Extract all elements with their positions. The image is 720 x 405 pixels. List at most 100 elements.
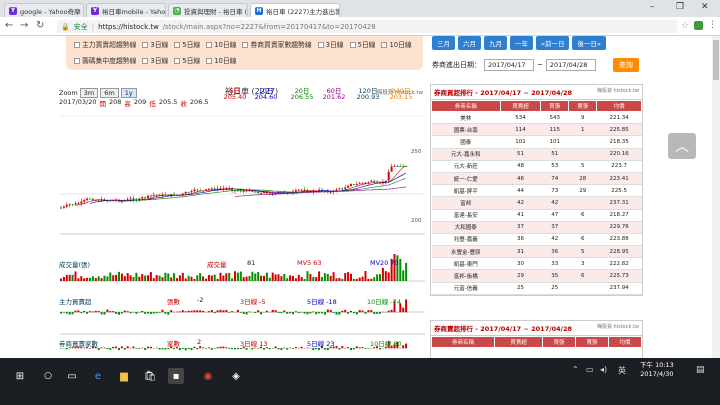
table-row[interactable]: 兆豐-嘉義 36 42 6 223.88	[431, 233, 642, 247]
new-tab-button[interactable]	[342, 3, 360, 17]
avg-price: 225.73	[596, 269, 642, 283]
avg-price: 225.85	[596, 123, 642, 137]
broker-bar	[228, 348, 231, 349]
table-row[interactable]: 永豐金-豐原 31 36 5 228.95	[431, 245, 642, 259]
table-row[interactable]: 富邦 42 42 237.31	[431, 196, 642, 210]
mainforce-bar	[164, 312, 167, 314]
menu-icon[interactable]: ⋮	[708, 20, 717, 30]
tab-investment[interactable]: ◔ 投資與理財 - 裕日車 (郭... ×	[168, 3, 248, 17]
broker-bar	[239, 348, 242, 350]
broker-bar	[205, 348, 207, 349]
broker-bar	[65, 348, 68, 350]
back-icon[interactable]: ←	[5, 20, 13, 31]
range-3m-button[interactable]: 三月	[432, 36, 455, 50]
query-button[interactable]: 查詢	[612, 58, 639, 72]
tab-yahoo-search[interactable]: Y google - Yahoo奇摩 搜尋 ×	[4, 3, 84, 17]
mainforce-bar	[219, 309, 222, 313]
people-icon[interactable]: ⌃	[572, 365, 579, 374]
broker-bar	[106, 348, 109, 349]
window-close-icon[interactable]: ✕	[701, 2, 709, 12]
volume-bar	[387, 272, 390, 281]
filter-mainforce-10d[interactable]: 10日線	[206, 39, 236, 49]
ime-indicator[interactable]: 英	[618, 365, 626, 376]
table-row[interactable]: 統一-仁愛 46 74 28 223.41	[431, 172, 642, 186]
to-date-input[interactable]: 2017/04/28	[545, 59, 596, 71]
table-row[interactable]: 凱基-屏平 44 73 29 225.5	[431, 184, 642, 198]
scrollbar-thumb[interactable]	[713, 40, 719, 80]
filter-broker-10d[interactable]: 10日線	[381, 39, 412, 49]
from-date-input[interactable]: 2017/04/17	[484, 59, 534, 71]
vertical-scrollbar[interactable]	[712, 36, 720, 358]
app-icon[interactable]: ▪	[168, 368, 184, 384]
forward-icon[interactable]: →	[20, 20, 28, 31]
table-row[interactable]: 富達-長安 41 47 6 218.27	[431, 209, 642, 222]
volume-bar	[292, 275, 294, 281]
filter-mainforce[interactable]: 主力買賣超趨勢線	[74, 39, 136, 49]
table-row[interactable]: 大和國泰 37 37 229.76	[431, 221, 642, 234]
candle-body	[341, 188, 344, 190]
filter-concentration-3d[interactable]: 3日線	[142, 55, 168, 65]
sell-value: 3	[568, 257, 597, 271]
volume-bar	[251, 271, 254, 281]
search-icon[interactable]: ○	[40, 368, 56, 384]
notification-icon[interactable]: ▤	[696, 365, 705, 375]
system-clock[interactable]: 下午 10:13 2017/4/30	[640, 361, 674, 379]
filter-mainforce-3d[interactable]: 3日線	[142, 39, 168, 49]
table-row[interactable]: 元大-嘉永和 51 51 220.16	[431, 148, 642, 161]
table-row[interactable]: 美林 534 543 9 221.34	[431, 111, 642, 125]
tab-yahoo-mobile[interactable]: Y 裕日車mobile - Yahoo奇摩 ×	[86, 3, 166, 17]
avg-price: 218.35	[596, 135, 642, 149]
volume-bar	[106, 276, 109, 281]
candle-body	[373, 180, 376, 182]
chrome-icon[interactable]: ◉	[200, 368, 216, 384]
broker-bar	[138, 348, 141, 349]
range-9m-button[interactable]: 九月	[484, 36, 507, 50]
chart-plot[interactable]	[57, 86, 427, 358]
buy-value: 73	[540, 184, 569, 198]
table-row[interactable]: 國泰 101 101 218.35	[431, 135, 642, 149]
prev-day-button[interactable]: «前一日	[536, 36, 570, 50]
url-input[interactable]: 🔒 安全 | https://histock.tw/stock/main.asp…	[57, 20, 677, 33]
task-view-icon[interactable]: ▭	[64, 368, 80, 384]
next-day-button[interactable]: 後一日»	[572, 36, 606, 50]
range-6m-button[interactable]: 六月	[458, 36, 481, 50]
tab-histock[interactable]: H 裕日車 (2227)主力進出籌... ×	[250, 3, 340, 17]
media-icon[interactable]: ◈	[228, 368, 244, 384]
candle-body	[71, 204, 74, 206]
filter-concentration[interactable]: 籌碼集中度趨勢線	[74, 55, 136, 65]
folder-icon[interactable]: ▆	[116, 368, 132, 384]
reload-icon[interactable]: ↻	[36, 20, 44, 31]
bookmark-star-icon[interactable]: ☆	[681, 21, 689, 31]
filter-concentration-5d[interactable]: 5日線	[174, 55, 200, 65]
broker-bar	[335, 346, 338, 349]
store-icon[interactable]: 🛍	[142, 368, 158, 384]
mainforce-bar	[141, 310, 144, 313]
filter-mainforce-5d[interactable]: 5日線	[174, 39, 200, 49]
start-icon[interactable]: ⊞	[12, 368, 28, 384]
table-row[interactable]: 富邦-板橋 29 35 6 225.73	[431, 269, 642, 283]
filter-concentration-10d[interactable]: 10日線	[206, 55, 236, 65]
volume-bar	[260, 275, 263, 281]
extension-icon[interactable]	[694, 21, 703, 30]
filter-broker-3d[interactable]: 3日線	[317, 39, 344, 49]
volume-icon[interactable]: ◂)	[600, 365, 607, 374]
scroll-top-button[interactable]: ︿	[668, 133, 696, 159]
table-row[interactable]: 國票-台南 114 115 1 225.85	[431, 123, 642, 137]
broker-bar	[210, 348, 213, 350]
volume-bar	[254, 273, 257, 281]
filter-broker-5d[interactable]: 5日線	[349, 39, 375, 49]
table-row[interactable]: 凱基-東門 30 33 3 222.82	[431, 257, 642, 271]
mainforce-bar	[144, 312, 147, 314]
range-1y-button[interactable]: 一年	[510, 36, 533, 50]
maximize-icon[interactable]: ❐	[676, 2, 684, 12]
mainforce-bar	[335, 312, 338, 315]
table-row[interactable]: 元富-信義 25 25 237.94	[431, 282, 642, 295]
network-icon[interactable]: ▭	[586, 365, 594, 374]
secure-label: 安全	[73, 22, 88, 31]
minimize-icon[interactable]: –	[650, 2, 655, 12]
table-row[interactable]: 元大-新莊 48 53 5 223.7	[431, 160, 642, 173]
edge-icon[interactable]: e	[90, 368, 106, 384]
mainforce-bar	[184, 311, 187, 313]
filter-broker[interactable]: 券商買賣家數趨勢線	[242, 39, 312, 49]
candle-body	[62, 206, 65, 208]
